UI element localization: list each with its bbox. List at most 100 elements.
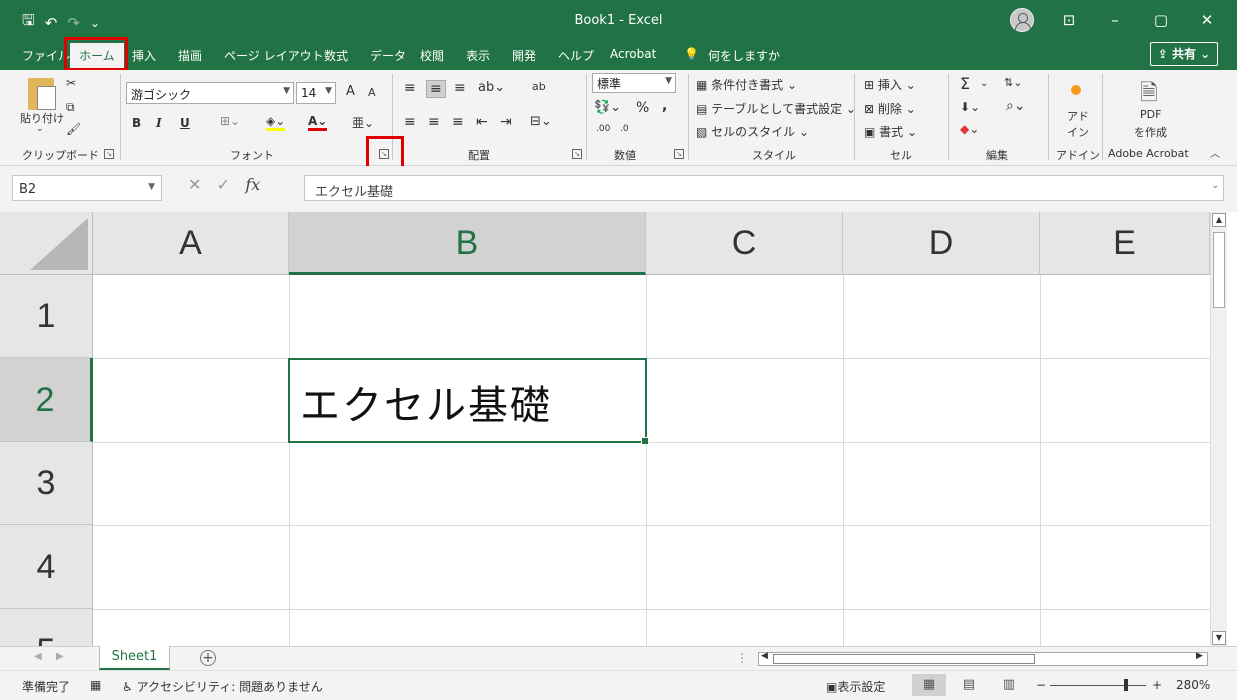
zoom-slider-thumb[interactable] xyxy=(1124,679,1128,691)
number-format-select[interactable]: 標準 ▼ xyxy=(592,73,676,93)
autosum-icon[interactable]: Σ xyxy=(960,74,970,93)
align-middle-icon[interactable]: ≡ xyxy=(426,80,446,98)
tab-data[interactable]: データ xyxy=(370,47,406,64)
copy-icon[interactable]: ⧉ xyxy=(66,100,75,115)
account-avatar[interactable] xyxy=(1010,8,1034,32)
cancel-entry-icon[interactable]: ✕ xyxy=(188,175,201,194)
grow-font-button[interactable]: A xyxy=(346,84,355,99)
row-header-3[interactable]: 3 xyxy=(0,442,93,525)
tell-me-search[interactable]: 何をしますか xyxy=(708,47,780,64)
tab-acrobat[interactable]: Acrobat xyxy=(610,47,656,61)
tab-draw[interactable]: 描画 xyxy=(178,47,202,64)
confirm-entry-icon[interactable]: ✓ xyxy=(217,175,230,194)
format-cells-button[interactable]: ▣ 書式 ⌄ xyxy=(864,123,917,140)
collapse-ribbon-icon[interactable]: ︿ xyxy=(1210,145,1220,160)
tab-insert[interactable]: 挿入 xyxy=(132,47,156,64)
increase-decimal-icon[interactable]: .00 xyxy=(596,124,610,134)
tab-formulas[interactable]: 数式 xyxy=(324,47,348,64)
name-box[interactable]: B2 ▼ xyxy=(12,175,162,201)
delete-cells-button[interactable]: ⊠ 削除 ⌄ xyxy=(864,100,916,117)
redo-icon[interactable]: ↷ xyxy=(67,14,80,32)
tab-review[interactable]: 校閲 xyxy=(420,47,444,64)
fill-icon[interactable]: ⬇⌄ xyxy=(960,100,980,114)
tab-view[interactable]: 表示 xyxy=(466,47,490,64)
increase-indent-icon[interactable]: ⇥ xyxy=(500,114,512,130)
decrease-indent-icon[interactable]: ⇤ xyxy=(476,114,488,130)
add-sheet-icon[interactable]: + xyxy=(200,650,216,666)
row-header-5[interactable]: 5 xyxy=(0,609,93,646)
zoom-level[interactable]: 280% xyxy=(1176,678,1210,692)
shrink-font-button[interactable]: A xyxy=(368,86,376,99)
underline-button[interactable]: U xyxy=(180,116,190,130)
page-layout-view-icon[interactable]: ▤ xyxy=(952,674,986,696)
sort-filter-icon[interactable]: ⇅⌄ xyxy=(1004,76,1022,89)
column-header-c[interactable]: C xyxy=(646,212,843,275)
italic-button[interactable]: I xyxy=(156,116,162,130)
column-header-e[interactable]: E xyxy=(1040,212,1210,275)
formula-input[interactable]: エクセル基礎 ⌄ xyxy=(304,175,1224,201)
addins-icon[interactable] xyxy=(1071,85,1081,95)
zoom-in-button[interactable]: + xyxy=(1152,678,1162,692)
select-all-button[interactable] xyxy=(0,212,93,275)
vertical-scrollbar[interactable]: ▲ ▼ xyxy=(1210,212,1227,646)
scroll-right-icon[interactable]: ▶ xyxy=(1196,651,1203,661)
close-button[interactable]: ✕ xyxy=(1184,0,1230,40)
cell-styles-button[interactable]: ▧ セルのスタイル ⌄ xyxy=(696,123,809,140)
share-button[interactable]: ⇪ 共有 ⌄ xyxy=(1150,42,1218,66)
font-color-icon[interactable]: A⌄ xyxy=(308,114,328,131)
row-header-2[interactable]: 2 xyxy=(0,358,93,442)
orientation-icon[interactable]: ab⌄ xyxy=(478,80,505,95)
tab-split-handle[interactable]: ⋮ xyxy=(736,651,748,665)
restore-button[interactable]: ▢ xyxy=(1138,0,1184,40)
scroll-left-icon[interactable]: ◀ xyxy=(761,651,768,661)
addins-label-2[interactable]: イン xyxy=(1067,124,1089,140)
currency-icon[interactable]: 💱⌄ xyxy=(594,100,621,115)
row-header-1[interactable]: 1 xyxy=(0,275,93,358)
column-header-a[interactable]: A xyxy=(93,212,289,275)
zoom-out-button[interactable]: − xyxy=(1036,678,1046,692)
tab-developer[interactable]: 開発 xyxy=(512,47,536,64)
create-pdf-label-2[interactable]: を作成 xyxy=(1134,124,1167,140)
bold-button[interactable]: B xyxy=(132,116,141,130)
normal-view-icon[interactable]: ▦ xyxy=(912,674,946,696)
zoom-slider[interactable] xyxy=(1050,685,1146,686)
horizontal-scroll-thumb[interactable] xyxy=(773,654,1035,664)
sheet-nav-next-icon[interactable]: ▶ xyxy=(56,651,64,662)
macro-record-icon[interactable]: ▦ xyxy=(90,678,101,692)
wrap-text-icon[interactable]: ab xyxy=(532,80,546,93)
display-settings-button[interactable]: ▣表示設定 xyxy=(826,678,885,695)
sheet-nav-prev-icon[interactable]: ◀ xyxy=(34,651,42,662)
align-left-icon[interactable]: ≡ xyxy=(404,114,416,130)
scroll-up-icon[interactable]: ▲ xyxy=(1212,213,1226,227)
border-icon[interactable]: ⊞⌄ xyxy=(220,114,240,128)
align-top-icon[interactable]: ≡ xyxy=(404,80,416,96)
ribbon-display-button[interactable]: ⊡ xyxy=(1046,0,1092,40)
clear-icon[interactable]: ◆⌄ xyxy=(960,122,979,136)
autosum-dropdown-icon[interactable]: ⌄ xyxy=(980,78,988,89)
fill-color-icon[interactable]: ◈⌄ xyxy=(266,114,286,131)
column-header-d[interactable]: D xyxy=(843,212,1040,275)
vertical-scroll-thumb[interactable] xyxy=(1213,232,1225,308)
tab-help[interactable]: ヘルプ xyxy=(558,47,594,64)
cut-icon[interactable]: ✂ xyxy=(66,76,76,90)
percent-button[interactable]: % xyxy=(636,100,649,116)
horizontal-scrollbar[interactable]: ◀ ▶ xyxy=(758,651,1208,666)
align-bottom-icon[interactable]: ≡ xyxy=(454,80,466,96)
insert-function-icon[interactable]: fx xyxy=(245,175,260,194)
accessibility-status[interactable]: ♿ アクセシビリティ: 問題ありません xyxy=(122,678,323,695)
clipboard-launcher-icon[interactable]: ↘ xyxy=(104,149,114,159)
tab-file[interactable]: ファイル xyxy=(22,47,70,64)
comma-button[interactable]: , xyxy=(662,98,667,114)
sheet-tab-sheet1[interactable]: Sheet1 xyxy=(99,646,170,670)
undo-icon[interactable]: ↶ xyxy=(45,14,58,32)
paste-dropdown-icon[interactable]: ⌄ xyxy=(36,124,44,134)
number-launcher-icon[interactable]: ↘ xyxy=(674,149,684,159)
scroll-down-icon[interactable]: ▼ xyxy=(1212,631,1226,645)
create-pdf-label-1[interactable]: PDF xyxy=(1140,108,1161,121)
minimize-button[interactable]: – xyxy=(1092,0,1138,40)
customize-qat-icon[interactable]: ⌄ xyxy=(90,16,100,30)
format-as-table-button[interactable]: ▤ テーブルとして書式設定 ⌄ xyxy=(696,100,856,117)
column-header-b[interactable]: B xyxy=(289,212,646,275)
decrease-decimal-icon[interactable]: .0 xyxy=(620,124,629,134)
merge-center-icon[interactable]: ⊟⌄ xyxy=(530,114,552,129)
